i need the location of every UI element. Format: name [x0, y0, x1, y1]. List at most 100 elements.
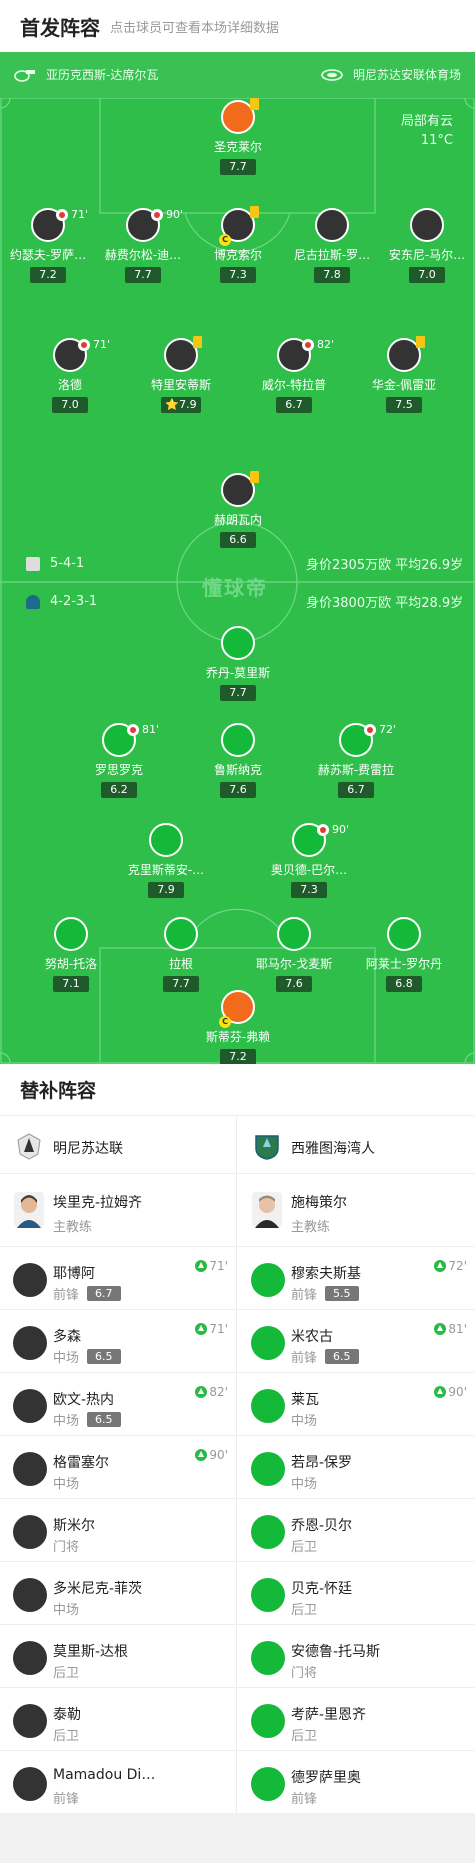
sub-row[interactable]: 乔恩-贝尔 后卫 [238, 1499, 475, 1562]
player-home-am-left[interactable]: 81' 罗思罗克 6.2 [71, 723, 167, 798]
coach-photo [14, 1192, 44, 1228]
player-avatar [149, 823, 183, 857]
pitch: 亚历克西斯-达席尔瓦 明尼苏达安联体育场 局部有云 11°C 懂球帝 圣克莱尔 … [0, 52, 475, 1064]
player-position: 前锋 [53, 1792, 80, 1807]
coach-row-left[interactable]: 埃里克-拉姆齐 主教练 [0, 1174, 236, 1247]
player-home-def-2[interactable]: 拉根 7.7 [133, 917, 229, 992]
sub-off-info: 82' [302, 338, 334, 351]
player-position: 中场 [291, 1477, 318, 1492]
coach-row-right[interactable]: 施梅策尔 主教练 [238, 1174, 475, 1247]
player-name: 奥贝德-巴尔… [270, 863, 348, 877]
player-avatar: C [219, 206, 259, 246]
player-rating: 7.7 [220, 159, 256, 175]
player-name: 考萨-里恩齐 [291, 1707, 367, 1723]
player-name: 威尔-特拉普 [261, 378, 327, 392]
player-away-7[interactable]: 特里安蒂斯 ⭐7.9 [133, 336, 229, 413]
sub-row[interactable]: 耶博阿 前锋 6.7 71' [0, 1247, 236, 1310]
sub-row[interactable]: 安德鲁-托马斯 门将 [238, 1625, 475, 1688]
sub-row[interactable]: 泰勒 后卫 [0, 1688, 236, 1751]
sub-row[interactable]: 欧文-热内 中场 6.5 82' [0, 1373, 236, 1436]
player-rating: 6.6 [220, 532, 256, 548]
sub-row[interactable]: 多米尼克-菲茨 中场 [0, 1562, 236, 1625]
player-away-10[interactable]: 赫朗瓦内 6.6 [190, 471, 286, 548]
player-away-1[interactable]: 71' 约瑟夫-罗萨… 7.2 [0, 208, 96, 283]
sub-on-info: 72' [434, 1259, 467, 1273]
home-formation: 4-2-3-1 [50, 594, 98, 609]
player-away-4[interactable]: 尼古拉斯-罗… 7.8 [284, 208, 380, 283]
sub-row[interactable]: 莱瓦 中场 90' [238, 1373, 475, 1436]
player-home-gk[interactable]: C 斯蒂芬-弗赖 7.2 [190, 990, 286, 1064]
sub-row[interactable]: 莫里斯-达根 后卫 [0, 1625, 236, 1688]
player-away-2[interactable]: 90' 赫费尔松-迪… 7.7 [95, 208, 191, 283]
coach-photo [252, 1192, 282, 1228]
sub-on-info: 81' [434, 1322, 467, 1336]
player-away-8[interactable]: 82' 威尔-特拉普 6.7 [246, 338, 342, 413]
player-position: 中场 6.5 [53, 1410, 121, 1429]
player-rating: 7.6 [220, 782, 256, 798]
referee-info: 亚历克西斯-达席尔瓦 [14, 66, 158, 83]
player-name: 特里安蒂斯 [150, 378, 211, 392]
player-home-dm-right[interactable]: 90' 奥贝德-巴尔… 7.3 [261, 823, 357, 898]
player-avatar [13, 1326, 47, 1360]
player-name: 努胡-托洛 [44, 957, 98, 971]
weather-text: 局部有云 [400, 114, 453, 129]
player-name: 耶马尔-戈麦斯 [255, 957, 333, 971]
page-subtitle: 点击球员可查看本场详细数据 [110, 20, 280, 36]
home-team-value: 身价3800万欧 平均28.9岁 [306, 596, 464, 611]
player-avatar [251, 1767, 285, 1801]
player-away-5[interactable]: 安东尼-马尔… 7.0 [379, 208, 475, 283]
sub-on-icon [434, 1323, 447, 1335]
player-avatar [164, 336, 202, 372]
player-home-am-center[interactable]: 鲁斯纳克 7.6 [190, 723, 286, 798]
player-away-9[interactable]: 华金-佩雷亚 7.5 [356, 336, 452, 413]
player-avatar [164, 917, 198, 951]
player-away-gk[interactable]: 圣克莱尔 7.7 [190, 98, 286, 175]
player-avatar [251, 1578, 285, 1612]
player-away-3[interactable]: C 博克索尔 7.3 [190, 206, 286, 283]
player-rating: 7.9 [148, 882, 184, 898]
seattle-sounders-logo-icon [255, 1135, 279, 1160]
player-home-dm-left[interactable]: 克里斯蒂安-… 7.9 [118, 823, 214, 898]
player-avatar [410, 208, 444, 242]
sub-row[interactable]: 多森 中场 6.5 71' [0, 1310, 236, 1373]
sub-row[interactable]: 穆索夫斯基 前锋 5.5 72' [238, 1247, 475, 1310]
player-away-6[interactable]: 71' 洛德 7.0 [22, 338, 118, 413]
player-avatar [13, 1704, 47, 1738]
team-row-left[interactable]: 明尼苏达联 [0, 1116, 236, 1174]
player-home-9[interactable]: 乔丹-莫里斯 7.7 [190, 626, 286, 701]
player-rating: 7.0 [409, 267, 445, 283]
yellow-card-icon [250, 206, 259, 218]
player-avatar [277, 917, 311, 951]
sub-row[interactable]: 斯米尔 门将 [0, 1499, 236, 1562]
sub-row[interactable]: 格雷塞尔 中场 90' [0, 1436, 236, 1499]
sub-row[interactable]: Mamadou Di… 前锋 [0, 1751, 236, 1814]
player-name: 博克索尔 [213, 248, 262, 262]
player-home-def-1[interactable]: 努胡-托洛 7.1 [23, 917, 119, 992]
player-avatar [251, 1641, 285, 1675]
player-home-def-4[interactable]: 阿莱士-罗尔丹 6.8 [356, 917, 452, 992]
sub-on-icon [434, 1386, 447, 1398]
coach-role: 主教练 [53, 1220, 93, 1235]
player-name: Mamadou Di… [53, 1767, 156, 1783]
away-team-value: 身价2305万欧 平均26.9岁 [306, 558, 464, 573]
player-avatar [315, 208, 349, 242]
sub-on-icon [195, 1386, 208, 1398]
sub-on-info: 82' [195, 1385, 228, 1399]
player-home-am-right[interactable]: 72' 赫苏斯-费雷拉 6.7 [308, 723, 404, 798]
player-name: 赫苏斯-费雷拉 [317, 763, 395, 777]
player-position: 门将 [53, 1540, 80, 1555]
player-home-def-3[interactable]: 耶马尔-戈麦斯 7.6 [246, 917, 342, 992]
player-rating: ⭐7.9 [161, 397, 201, 413]
sub-row[interactable]: 米农古 前锋 6.5 81' [238, 1310, 475, 1373]
player-name: 米农古 [291, 1329, 333, 1345]
sub-on-icon [195, 1260, 208, 1272]
sub-row[interactable]: 贝克-怀廷 后卫 [238, 1562, 475, 1625]
sub-on-info: 71' [195, 1259, 228, 1273]
sub-row[interactable]: 德罗萨里奥 前锋 [238, 1751, 475, 1814]
player-name: 斯蒂芬-弗赖 [205, 1030, 271, 1044]
coach-name: 埃里克-拉姆齐 [53, 1195, 143, 1211]
team-row-right[interactable]: 西雅图海湾人 [238, 1116, 475, 1174]
sub-row[interactable]: 若昂-保罗 中场 [238, 1436, 475, 1499]
sub-row[interactable]: 考萨-里恩齐 后卫 [238, 1688, 475, 1751]
sub-off-info: 71' [56, 208, 88, 221]
